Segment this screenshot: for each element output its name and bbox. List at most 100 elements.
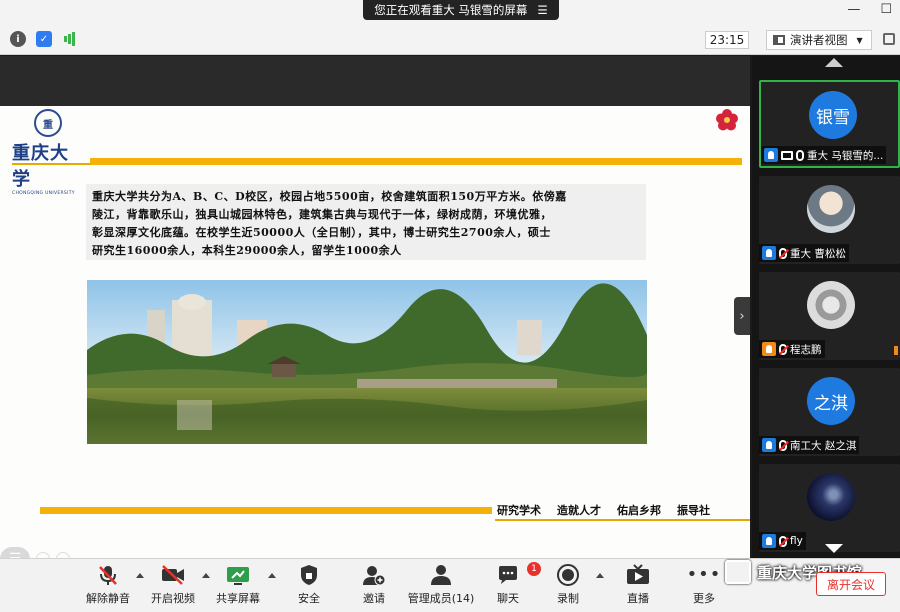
- mic-muted-icon: [779, 439, 787, 451]
- screen-share-icon: [781, 150, 793, 160]
- chevron-right-icon[interactable]: ›: [734, 297, 750, 335]
- status-icons: i ✓: [10, 31, 78, 47]
- user-icon: [762, 534, 776, 548]
- camera-off-icon: [162, 565, 184, 585]
- logo-en: CHONGQING UNIVERSITY: [12, 191, 75, 196]
- header-rule-left: [12, 163, 92, 165]
- record-options-caret[interactable]: [596, 573, 604, 578]
- footer-rule-right: [495, 519, 750, 521]
- participant-tile[interactable]: 之淇南工大 赵之淇: [759, 368, 900, 456]
- manage-members-label: 管理成员(14): [407, 592, 475, 605]
- participant-tile[interactable]: 程志鹏: [759, 272, 900, 360]
- start-video-label: 开启视频: [151, 592, 195, 605]
- menu-icon[interactable]: ☰: [537, 3, 547, 17]
- live-label: 直播: [627, 592, 649, 605]
- intro-line: 陵江，背靠歌乐山，独具山城园林特色，建筑集古典与现代于一体，绿树成荫，环境优雅，: [92, 208, 552, 221]
- live-button[interactable]: 直播: [608, 564, 668, 606]
- live-stream-icon: [627, 564, 649, 584]
- add-user-icon: [363, 566, 386, 586]
- intro-line: 研究生16000余人，本科生29000余人，留学生1000余人: [92, 244, 402, 257]
- view-button-label: 演讲者视图: [790, 33, 848, 47]
- slide-menu-icon[interactable]: ☰: [0, 547, 30, 558]
- share-banner[interactable]: 您正在观看重大 马银雪的屏幕 ☰: [363, 0, 559, 20]
- intro-line: 重庆大学共分为A、B、C、D校区，校园占地5500亩，校舍建筑面积150万平方米…: [92, 190, 567, 203]
- avatar: 之淇: [807, 377, 855, 425]
- mic-muted-icon: [779, 535, 787, 547]
- participant-label: fly: [759, 532, 806, 550]
- presentation-slide: 重 重庆大学 CHONGQING UNIVERSITY 重庆大学共分为A、B、C…: [0, 106, 750, 558]
- slide-tools: ☰: [0, 547, 70, 558]
- participant-name: 程志鹏: [790, 343, 822, 356]
- emblem-icon: 重: [34, 109, 62, 137]
- motto: 佑启乡邦: [617, 504, 661, 517]
- share-screen-button[interactable]: 共享屏幕: [208, 564, 268, 606]
- info-icon[interactable]: i: [10, 31, 26, 47]
- avatar: [807, 185, 855, 233]
- mic-muted-icon: [779, 247, 787, 259]
- chat-icon: [499, 566, 517, 584]
- maximize-icon[interactable]: ☐: [880, 2, 892, 17]
- shared-screen: 重 重庆大学 CHONGQING UNIVERSITY 重庆大学共分为A、B、C…: [0, 56, 750, 558]
- campus-panorama-photo: [87, 280, 647, 444]
- chevron-down-icon: ▼: [856, 35, 863, 45]
- mic-icon: [796, 149, 804, 161]
- more-label: 更多: [693, 592, 715, 605]
- avatar: [807, 473, 855, 521]
- participant-tile[interactable]: 银雪重大 马银雪的...: [759, 80, 900, 168]
- participant-label: 重大 曹松松: [759, 244, 849, 262]
- motto: 振导社: [677, 504, 710, 517]
- participant-name: fly: [790, 535, 803, 547]
- share-screen-label: 共享屏幕: [216, 592, 260, 605]
- chat-button[interactable]: 1 聊天: [478, 562, 541, 606]
- footer-rule: [40, 507, 492, 514]
- share-screen-icon: [227, 567, 249, 585]
- participant-label: 南工大 赵之淇: [759, 436, 860, 454]
- more-button[interactable]: ••• 更多: [674, 564, 734, 606]
- university-mottos: 研究学术 造就人才 佑启乡邦 振导社: [497, 502, 710, 518]
- signal-icon[interactable]: [62, 31, 78, 47]
- minimize-icon[interactable]: —: [847, 2, 860, 17]
- participant-label: 重大 马银雪的...: [761, 146, 887, 164]
- invite-label: 邀请: [363, 592, 385, 605]
- user-icon: [762, 342, 776, 356]
- motto: 研究学术: [497, 504, 541, 517]
- participant-name: 重大 曹松松: [790, 247, 846, 260]
- screen-top-strip: [0, 56, 750, 106]
- user-icon: [764, 148, 778, 162]
- user-icon: [762, 246, 776, 260]
- header-rule: [90, 158, 742, 165]
- window-controls: — ☐: [847, 2, 892, 17]
- record-icon: [557, 564, 579, 586]
- logo-cn: 重庆大学: [12, 143, 69, 190]
- leave-meeting-button[interactable]: 离开会议: [816, 572, 886, 596]
- manage-members-button[interactable]: 管理成员(14): [405, 564, 477, 606]
- participant-label: 程志鹏: [759, 340, 825, 358]
- plum-flower-icon: [716, 109, 738, 131]
- shield-icon[interactable]: ✓: [36, 31, 52, 47]
- share-options-caret[interactable]: [268, 573, 276, 578]
- unmute-label: 解除静音: [86, 592, 130, 605]
- scroll-down-icon[interactable]: [825, 544, 843, 553]
- speaker-view-button[interactable]: 演讲者视图 ▼: [766, 30, 872, 50]
- participant-tile[interactable]: fly: [759, 464, 900, 552]
- participant-tile[interactable]: 重大 曹松松: [759, 176, 900, 264]
- record-button[interactable]: 录制: [538, 564, 598, 606]
- avatar: [807, 281, 855, 329]
- invite-button[interactable]: 邀请: [344, 564, 404, 606]
- avatar: 银雪: [809, 91, 857, 139]
- fullscreen-icon[interactable]: [883, 33, 895, 45]
- security-button[interactable]: 安全: [279, 564, 339, 606]
- unmute-button[interactable]: 解除静音: [78, 564, 138, 606]
- participant-name: 南工大 赵之淇: [790, 439, 857, 452]
- start-video-button[interactable]: 开启视频: [143, 564, 203, 606]
- mic-muted-icon: [99, 566, 117, 585]
- intro-line: 彰显深厚文化底蕴。在校学生近50000人（全日制），其中，博士研究生2700余人…: [92, 226, 551, 239]
- audio-level-icon: [894, 346, 898, 355]
- chat-label: 聊天: [497, 592, 519, 605]
- security-label: 安全: [298, 592, 320, 605]
- meeting-timer: 23:15: [705, 31, 749, 49]
- members-icon: [431, 565, 451, 585]
- participant-panel: 银雪重大 马银雪的... 重大 曹松松 程志鹏之淇南工大 赵之淇 fly: [752, 56, 900, 558]
- scroll-up-icon[interactable]: [825, 58, 843, 67]
- participant-name: 重大 马银雪的...: [807, 149, 884, 162]
